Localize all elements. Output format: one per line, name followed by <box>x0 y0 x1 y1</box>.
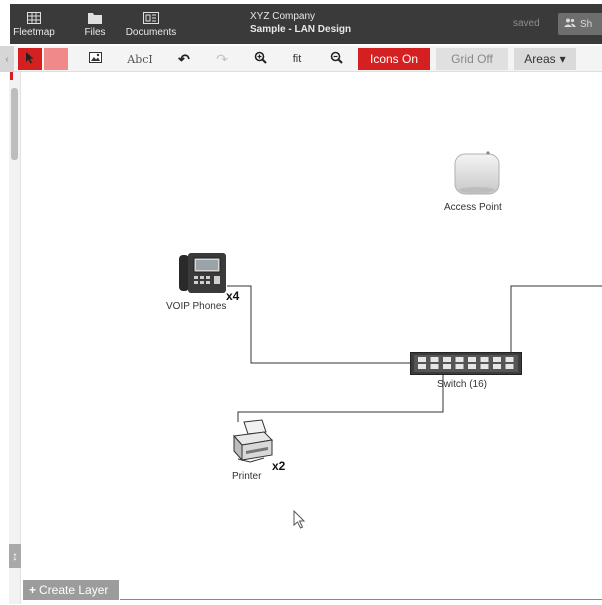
switch-label: Switch (16) <box>437 379 488 390</box>
access-point-icon <box>453 151 501 202</box>
undo-icon: ↶ <box>178 50 190 67</box>
nav-fleetmap[interactable]: Fleetmap <box>12 4 56 44</box>
icons-toggle-button[interactable]: Icons On <box>358 48 430 70</box>
pan-tool-button[interactable] <box>44 48 68 70</box>
resize-handle[interactable]: ↕ <box>9 544 21 568</box>
nav-files-label: Files <box>84 26 106 38</box>
resize-vertical-icon: ↕ <box>12 549 18 563</box>
project-name: Sample - LAN Design <box>250 24 352 35</box>
nav-files[interactable]: Files <box>78 4 112 44</box>
device-voip-phones[interactable] <box>176 250 228 296</box>
nav-fleetmap-label: Fleetmap <box>13 26 55 38</box>
image-icon <box>88 52 102 66</box>
zoom-in-icon <box>254 51 267 67</box>
vertical-scrollbar[interactable] <box>11 88 18 160</box>
device-switch[interactable] <box>410 352 522 375</box>
areas-dropdown[interactable]: Areas ▾ <box>514 48 576 70</box>
chevron-left-icon: ‹ <box>5 53 9 65</box>
grid-icon <box>27 11 41 25</box>
nav-documents[interactable]: Documents <box>122 4 180 44</box>
redo-button[interactable]: ↷ <box>210 48 234 70</box>
zoom-out-button[interactable] <box>324 48 348 70</box>
areas-label: Areas <box>524 52 556 66</box>
create-layer-button[interactable]: + Create Layer <box>23 580 119 600</box>
app-header: Fleetmap Files Documents XYZ Company Sam… <box>10 4 602 44</box>
share-button[interactable]: Sh <box>558 13 602 35</box>
design-canvas[interactable] <box>22 73 602 598</box>
redo-icon: ↷ <box>216 50 228 67</box>
insert-image-button[interactable] <box>82 48 108 70</box>
zoom-in-button[interactable] <box>248 48 272 70</box>
device-access-point[interactable] <box>453 150 501 198</box>
cursor-icon <box>25 51 35 67</box>
fit-button[interactable]: fit <box>282 48 312 70</box>
mouse-cursor-icon <box>293 509 307 535</box>
voip-label: VOIP Phones <box>166 301 227 312</box>
drawing-toolbar: ‹ AbcI ↶ ↷ fit Icons On Grid Off Areas ▾ <box>0 46 602 72</box>
caret-down-icon: ▾ <box>559 52 566 66</box>
printer-quantity: x2 <box>272 459 286 473</box>
share-label: Sh <box>580 18 593 30</box>
save-status: saved <box>513 18 540 29</box>
users-icon <box>564 18 576 30</box>
active-layer-marker <box>10 72 13 80</box>
grid-toggle-button[interactable]: Grid Off <box>436 48 508 70</box>
bottom-divider <box>120 599 602 600</box>
access-point-label: Access Point <box>444 202 502 213</box>
undo-button[interactable]: ↶ <box>172 48 196 70</box>
device-printer[interactable] <box>228 418 276 468</box>
folder-icon <box>88 11 102 25</box>
zoom-out-icon <box>330 51 343 67</box>
toolbar-scroll-left[interactable]: ‹ <box>0 46 14 72</box>
company-name: XYZ Company <box>250 11 316 22</box>
printer-icon <box>228 419 276 472</box>
voip-phone-icon <box>176 253 228 300</box>
plus-icon: + <box>29 583 37 597</box>
nav-documents-label: Documents <box>125 26 177 38</box>
printer-label: Printer <box>232 471 262 482</box>
voip-quantity: x4 <box>226 289 240 303</box>
documents-icon <box>143 11 159 25</box>
text-tool-button[interactable]: AbcI <box>120 48 160 70</box>
project-title: XYZ Company Sample - LAN Design <box>250 10 351 36</box>
select-tool-button[interactable] <box>18 48 42 70</box>
network-switch-icon <box>410 352 522 379</box>
create-layer-label: Create Layer <box>39 583 109 597</box>
